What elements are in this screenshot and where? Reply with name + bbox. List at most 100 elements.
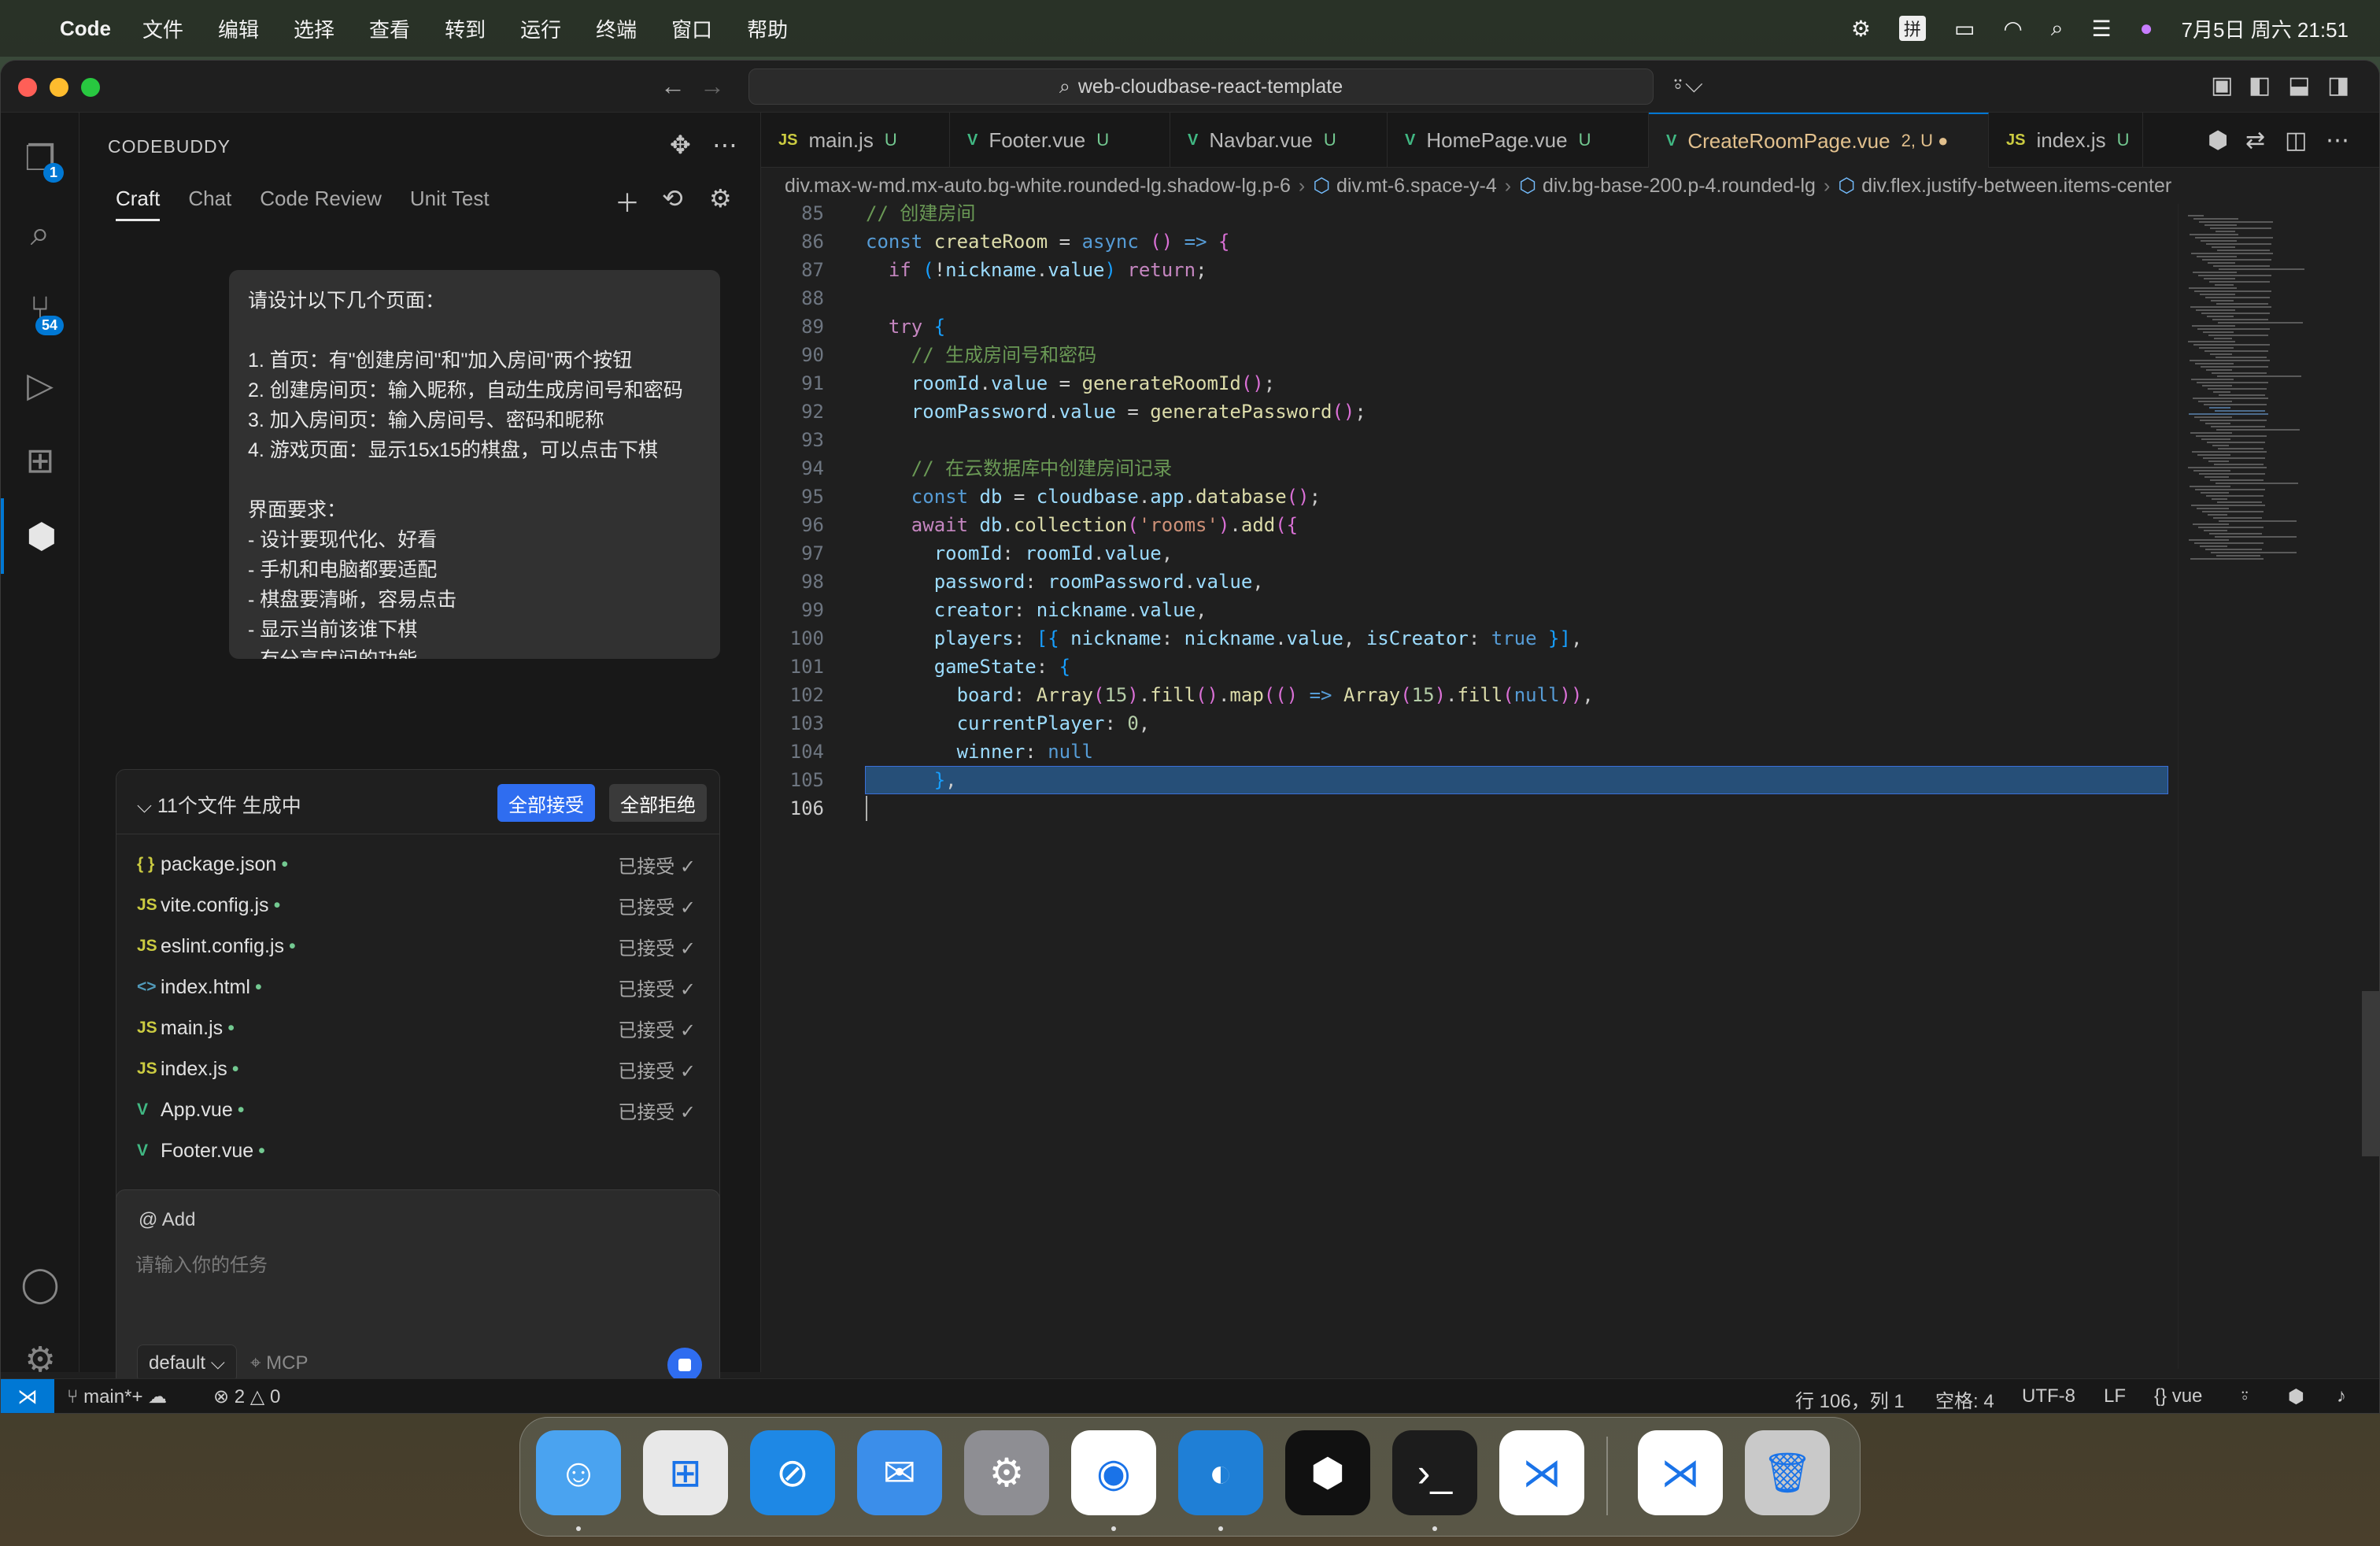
language-mode[interactable]: {} vue [2154,1385,2202,1407]
tab-unit-test[interactable]: Unit Test [410,187,490,221]
vscode-downloads-icon[interactable]: ⋊ [1638,1430,1723,1515]
file-row[interactable]: V Footer.vue • [116,1130,719,1171]
code-line[interactable]: 101 gameState: { [761,653,2178,681]
indentation[interactable]: 空格: 4 [1935,1385,1994,1413]
code-line[interactable]: 105 }, [761,766,2178,794]
editor-more-icon[interactable]: ⋯ [2326,127,2349,154]
menu-view[interactable]: 查看 [369,14,410,43]
code-line[interactable]: 100 players: [{ nickname: nickname.value… [761,624,2178,653]
more-actions-icon[interactable]: ⋯ [712,130,737,160]
file-row[interactable]: { } package.json • 已接受 ✓ [116,844,719,885]
code-line[interactable]: 104 winner: null [761,738,2178,766]
files-panel-title[interactable]: ⌵ 11个文件 生成中 [137,790,301,819]
code-line[interactable]: 93 [761,426,2178,454]
toggle-secondary-sidebar-icon[interactable]: ◨ [2327,72,2349,99]
file-status[interactable]: 已接受 ✓ [618,851,696,878]
chrome-icon[interactable]: ◉ [1071,1430,1156,1515]
menu-window[interactable]: 窗口 [671,14,712,43]
mail-icon[interactable]: ✉ [857,1430,942,1515]
run-debug-icon[interactable]: ▷ [1,347,79,423]
breadcrumb-item[interactable]: div.max-w-md.mx-auto.bg-white.rounded-lg… [785,175,1291,198]
codebuddy-icon[interactable]: ⬢ [1285,1430,1370,1515]
terminal-icon[interactable]: ›_ [1392,1430,1477,1515]
notifications-bell-icon[interactable]: ♪ [2337,1385,2346,1407]
split-editor-icon[interactable]: ◫ [2285,127,2307,154]
search-icon[interactable]: ⌕ [2051,16,2064,42]
input-method-icon[interactable]: 拼 [1898,16,1926,41]
finder-icon[interactable]: ☺ [536,1430,621,1515]
new-panel-icon[interactable]: ✥ [670,130,691,160]
minimap-slider[interactable] [2362,991,2379,1156]
menu-help[interactable]: 帮助 [747,14,788,43]
mcp-button[interactable]: ⌖ MCP [250,1352,309,1374]
menu-terminal[interactable]: 终端 [596,14,637,43]
close-window-button[interactable] [18,78,37,97]
code-line[interactable]: 88 [761,284,2178,313]
extensions-icon[interactable]: ⊞ [1,423,79,498]
tab-code-review[interactable]: Code Review [260,187,382,221]
branch-indicator[interactable]: ⑂ main*+ ☁ [67,1385,167,1408]
editor-tab[interactable]: V Navbar.vue U [1170,113,1388,168]
edge-icon[interactable]: ◐ [1178,1430,1263,1515]
code-line[interactable]: 91 roomId.value = generateRoomId(); [761,369,2178,398]
control-center-icon[interactable]: ☰ [2092,16,2112,42]
code-line[interactable]: 97 roomId: roomId.value, [761,539,2178,568]
file-status[interactable]: 已接受 ✓ [618,1015,696,1042]
cursor-position[interactable]: 行 106，列 1 [1795,1385,1905,1413]
menu-run[interactable]: 运行 [520,14,561,43]
system-settings-icon[interactable]: ⚙ [964,1430,1049,1515]
source-control-icon[interactable]: ⑂ 54 [1,272,79,347]
code-line[interactable]: 90 // 生成房间号和密码 [761,341,2178,369]
file-row[interactable]: JS index.js • 已接受 ✓ [116,1049,719,1089]
vscode-icon[interactable]: ⋊ [1499,1430,1584,1515]
minimap[interactable] [2178,204,2379,1369]
copilot-status-icon[interactable]: ⍤ [2239,1385,2250,1407]
siri-icon[interactable]: ● [2140,16,2153,41]
new-chat-plus-icon[interactable]: ＋ [615,183,640,220]
code-line[interactable]: 89 try { [761,313,2178,341]
breadcrumb-item[interactable]: ⬡ div.mt-6.space-y-4 [1313,174,1497,198]
minimize-window-button[interactable] [50,78,68,97]
trash-icon[interactable]: 🗑 [1745,1430,1830,1515]
file-row[interactable]: JS main.js • 已接受 ✓ [116,1008,719,1049]
file-status[interactable]: 已接受 ✓ [618,892,696,919]
code-line[interactable]: 103 currentPlayer: 0, [761,709,2178,738]
codebuddy-action-icon[interactable]: ⬢ [2208,127,2228,154]
code-line[interactable]: 102 board: Array(15).fill().map(() => Ar… [761,681,2178,709]
codebuddy-status-icon[interactable]: ⬢ [2288,1385,2304,1408]
file-row[interactable]: V App.vue • 已接受 ✓ [116,1089,719,1130]
file-status[interactable]: 已接受 ✓ [618,974,696,1001]
wifi-icon[interactable]: ◠ [2003,16,2022,42]
code-line[interactable]: 95 const db = cloudbase.app.database(); [761,483,2178,511]
model-select[interactable]: default ⌵ [137,1344,237,1382]
code-line[interactable]: 87 if (!nickname.value) return; [761,256,2178,284]
line-ending[interactable]: LF [2104,1385,2126,1407]
remote-indicator-icon[interactable]: ⋊ [1,1379,54,1413]
code-line[interactable]: 99 creator: nickname.value, [761,596,2178,624]
safari-icon[interactable]: ⊘ [750,1430,835,1515]
copilot-icon[interactable]: ⍤⌵ [1671,72,1703,98]
file-row[interactable]: <> index.html • 已接受 ✓ [116,967,719,1008]
tab-craft[interactable]: Craft [116,187,161,221]
code-line[interactable]: 86 const createRoom = async () => { [761,227,2178,256]
editor-tab[interactable]: V HomePage.vue U [1388,113,1649,168]
code-line[interactable]: 92 roomPassword.value = generatePassword… [761,398,2178,426]
accept-all-button[interactable]: 全部接受 [497,784,595,822]
code-line[interactable]: 106 [761,794,2178,823]
file-status[interactable]: 已接受 ✓ [618,1097,696,1124]
editor-tab[interactable]: V Footer.vue U [950,113,1170,168]
settings-icon[interactable]: ⚙ [709,183,732,213]
menu-go[interactable]: 转到 [445,14,486,43]
code-line[interactable]: 94 // 在云数据库中创建房间记录 [761,454,2178,483]
app-menu[interactable]: Code [60,17,111,41]
status-app-icon[interactable]: ⚙ [1851,16,1871,42]
accounts-icon[interactable]: ◯ [1,1246,79,1322]
battery-icon[interactable]: ▭ [1954,16,1975,42]
back-arrow-icon[interactable]: ← [660,72,686,101]
file-status[interactable]: 已接受 ✓ [618,1056,696,1083]
task-input[interactable] [135,1250,686,1282]
encoding[interactable]: UTF-8 [2022,1385,2075,1407]
code-line[interactable]: 98 password: roomPassword.value, [761,568,2178,596]
file-row[interactable]: JS eslint.config.js • 已接受 ✓ [116,926,719,967]
editor-tab[interactable]: V CreateRoomPage.vue 2, U ● [1649,113,1989,168]
